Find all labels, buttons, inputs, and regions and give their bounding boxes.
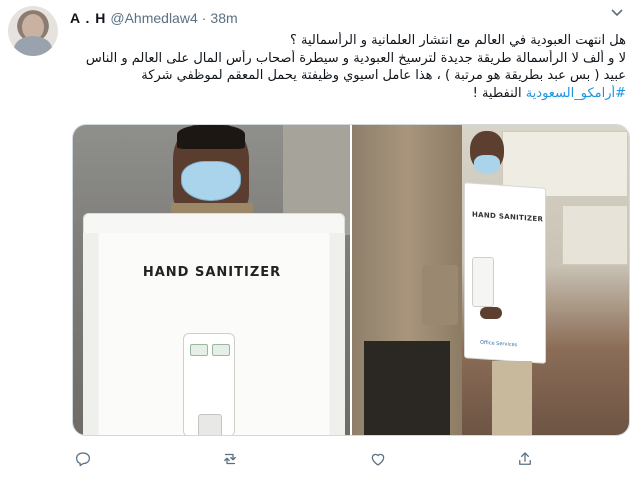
tweet-header: A . H @Ahmedlaw4 · 38m bbox=[70, 8, 238, 28]
face-mask bbox=[474, 155, 500, 173]
tweet-text-last-line: #أرامكو_السعودية النفطية ! bbox=[70, 85, 626, 103]
like-icon[interactable] bbox=[367, 448, 389, 470]
sanitizer-dispenser bbox=[183, 333, 235, 435]
tweet-text-tail: النفطية ! bbox=[472, 85, 526, 101]
dispenser-logos bbox=[190, 344, 230, 358]
tweet-actions bbox=[72, 448, 536, 470]
photo-left[interactable]: HAND SANITIZER bbox=[73, 125, 350, 435]
tweet-text-line: لا و ألف لا الرأسمالة طريقة جديدة لترسيخ… bbox=[85, 50, 626, 66]
hashtag-link[interactable]: #أرامكو_السعودية bbox=[526, 86, 626, 101]
share-icon[interactable] bbox=[514, 448, 536, 470]
tweet-text-line: عبيد ( بس عبد بطريقة هو مرتبة ) ، هذا عا… bbox=[141, 68, 626, 83]
more-menu-icon[interactable] bbox=[608, 6, 626, 20]
separator-dot: · bbox=[201, 10, 207, 26]
person-legs bbox=[364, 341, 450, 435]
tweet-text: هل انتهت العبودية في العالم مع انتشار ال… bbox=[70, 32, 626, 102]
retweet-icon[interactable] bbox=[219, 448, 241, 470]
worker-legs bbox=[492, 361, 532, 435]
hand bbox=[480, 307, 502, 319]
background-shelf bbox=[562, 205, 628, 265]
person-arm bbox=[422, 265, 458, 325]
person-hair bbox=[177, 125, 245, 149]
dispenser-pump bbox=[198, 414, 222, 435]
board-label: HAND SANITIZER bbox=[142, 265, 282, 280]
face-mask bbox=[181, 161, 241, 201]
timestamp[interactable]: 38m bbox=[210, 10, 237, 26]
user-handle[interactable]: @Ahmedlaw4 bbox=[110, 10, 197, 26]
avatar[interactable] bbox=[8, 6, 58, 56]
person-in-coat bbox=[352, 125, 462, 435]
sanitizer-dispenser bbox=[472, 257, 494, 307]
photo-right[interactable]: HAND SANITIZER Office Services bbox=[352, 125, 629, 435]
media-grid: HAND SANITIZER HAND SANITIZER Office Ser… bbox=[72, 124, 630, 436]
avatar-body bbox=[14, 36, 52, 56]
tweet-text-line: هل انتهت العبودية في العالم مع انتشار ال… bbox=[289, 33, 626, 48]
display-name[interactable]: A . H bbox=[70, 10, 106, 26]
reply-icon[interactable] bbox=[72, 448, 94, 470]
